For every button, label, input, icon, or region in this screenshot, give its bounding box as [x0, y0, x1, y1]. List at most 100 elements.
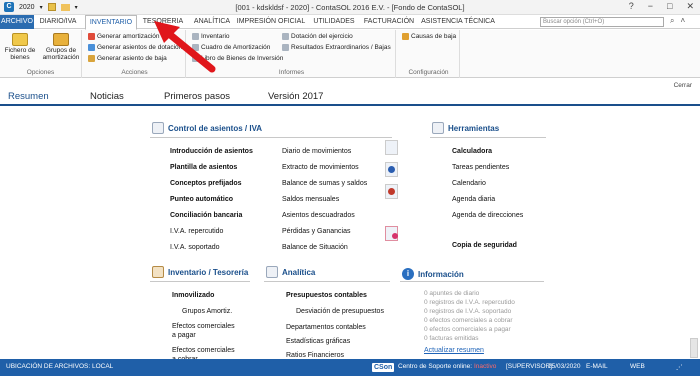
action-icon — [88, 44, 95, 51]
fichero-bienes-label: Fichero de bienes — [4, 47, 36, 61]
tab-primeros-pasos[interactable]: Primeros pasos — [164, 91, 230, 102]
link-calendario[interactable]: Calendario — [452, 180, 486, 187]
folder-percent-icon — [53, 33, 69, 46]
tab-facturacion[interactable]: FACTURACIÓN — [362, 15, 416, 29]
red-arrow-annotation — [154, 21, 216, 73]
folder-icon — [12, 33, 28, 46]
tab-asistencia-tecnica[interactable]: ASISTENCIA TÉCNICA — [420, 15, 496, 29]
actualizar-resumen-link[interactable]: Actualizar resumen — [424, 347, 484, 354]
link-calculadora[interactable]: Calculadora — [452, 148, 492, 155]
info-iva-soportado: 0 registros de I.V.A. soportado — [424, 308, 512, 315]
report-icon — [282, 33, 289, 40]
link-grupos-amortiz[interactable]: Grupos Amortiz. — [182, 308, 232, 315]
user-red-icon[interactable] — [385, 184, 398, 199]
status-location: UBICACIÓN DE ARCHIVOS: LOCAL — [6, 363, 114, 370]
link-asientos-descuadrados[interactable]: Asientos descuadrados — [282, 212, 355, 219]
link-agenda-direcciones[interactable]: Agenda de direcciones — [452, 212, 523, 219]
link-saldos-mensuales[interactable]: Saldos mensuales — [282, 196, 339, 203]
link-ratios-financieros[interactable]: Ratios Financieros — [286, 352, 344, 359]
tab-impresion-oficial[interactable]: IMPRESIÓN OFICIAL — [236, 15, 306, 29]
search-icon[interactable]: ⌕ — [670, 16, 674, 26]
dotacion-ejercicio-label: Dotación del ejercicio — [291, 33, 353, 40]
info-icon: i — [402, 268, 414, 280]
link-desviacion-presupuestos[interactable]: Desviación de presupuestos — [296, 308, 384, 315]
action-icon — [88, 55, 95, 62]
search-input[interactable]: Buscar opción (Ctrl+O) — [540, 17, 664, 27]
generar-amortizacion-button[interactable]: Generar amortización — [88, 33, 160, 40]
tab-archivo[interactable]: ARCHIVO — [0, 15, 34, 29]
link-balance-sumas[interactable]: Balance de sumas y saldos — [282, 180, 367, 187]
section-divider — [150, 281, 250, 282]
link-inmovilizado[interactable]: Inmovilizado — [172, 292, 214, 299]
inventario-tesoreria-heading: Inventario / Tesorería — [152, 266, 248, 278]
chart-icon — [266, 266, 278, 278]
web-button[interactable]: WEB — [630, 363, 645, 370]
link-conciliacion-bancaria[interactable]: Conciliación bancaria — [170, 212, 242, 219]
ribbon: Fichero de bienes Grupos de amortización… — [0, 30, 700, 78]
title-bar: C 2020 ▾ ▾ [001 - kdskldsf - 2020] - Con… — [0, 0, 700, 15]
link-presupuestos-contables[interactable]: Presupuestos contables — [286, 292, 367, 299]
close-button[interactable]: ✕ — [686, 1, 694, 12]
link-agenda-diaria[interactable]: Agenda diaria — [452, 196, 495, 203]
analitica-heading: Analítica — [266, 266, 315, 278]
summary-panel: Control de asientos / IVA Introducción d… — [0, 108, 700, 363]
cson-logo: CSon — [372, 363, 395, 372]
tab-resumen[interactable]: Resumen — [8, 91, 49, 102]
link-balance-situacion[interactable]: Balance de Situación — [282, 244, 348, 251]
resultados-extraordinarios-button[interactable]: Resultados Extraordinarios / Bajas — [282, 44, 391, 51]
group-opciones: Fichero de bienes Grupos de amortización… — [0, 30, 82, 78]
link-estadisticas-graficas[interactable]: Estadísticas gráficas — [286, 338, 350, 345]
link-departamentos-contables[interactable]: Departamentos contables — [286, 324, 366, 331]
tab-inventario[interactable]: INVENTARIO — [85, 15, 137, 30]
inventario-tesoreria-title: Inventario / Tesorería — [168, 267, 249, 277]
grupos-amortizacion-button[interactable]: Grupos de amortización — [40, 33, 82, 61]
herramientas-heading: Herramientas — [432, 122, 499, 134]
link-iva-repercutido[interactable]: I.V.A. repercutido — [170, 228, 223, 235]
document-icon — [152, 122, 164, 134]
link-perdidas-ganancias[interactable]: Pérdidas y Ganancias — [282, 228, 350, 235]
link-introduccion-asientos[interactable]: Introducción de asientos — [170, 148, 253, 155]
causas-baja-button[interactable]: Causas de baja — [402, 33, 456, 40]
group-label-opciones: Opciones — [26, 69, 55, 76]
user-blue-icon[interactable] — [385, 162, 398, 177]
info-iva-repercutido: 0 registros de I.V.A. repercutido — [424, 299, 515, 306]
section-divider — [150, 137, 392, 138]
group-configuracion: Causas de baja Configuración — [398, 30, 460, 78]
link-plantilla-asientos[interactable]: Plantilla de asientos — [170, 164, 237, 171]
link-extracto-movimientos[interactable]: Extracto de movimientos — [282, 164, 359, 171]
menu-bar: ARCHIVO DIARIO/IVA INVENTARIO TESORERIA … — [0, 15, 700, 30]
support-status[interactable]: Inactivo — [474, 363, 496, 370]
link-conceptos-prefijados[interactable]: Conceptos prefijados — [170, 180, 242, 187]
control-asientos-title: Control de asientos / IVA — [168, 123, 263, 133]
calendar-icon[interactable] — [385, 226, 398, 241]
link-copia-seguridad[interactable]: Copia de seguridad — [452, 242, 517, 249]
tab-version-2017[interactable]: Versión 2017 — [268, 91, 323, 102]
link-punteo-automatico[interactable]: Punteo automático — [170, 196, 233, 203]
tab-diario-iva[interactable]: DIARIO/IVA — [34, 15, 82, 29]
grupos-amortizacion-label: Grupos de amortización — [42, 47, 80, 61]
link-efectos-pagar[interactable]: Efectos comerciales a pagar — [172, 322, 236, 340]
settings-icon — [402, 33, 409, 40]
resize-grip-icon: ⋰ — [676, 364, 683, 371]
link-tareas-pendientes[interactable]: Tareas pendientes — [452, 164, 509, 171]
section-divider — [264, 281, 390, 282]
chevron-up-icon[interactable]: ˄ — [680, 16, 685, 26]
user-role: [SUPERVISOR] — [506, 363, 553, 370]
section-divider — [400, 281, 544, 282]
tab-noticias[interactable]: Noticias — [90, 91, 124, 102]
maximize-button[interactable]: □ — [667, 1, 672, 12]
document-list-icon[interactable] — [385, 140, 398, 155]
minimize-button[interactable]: − — [648, 1, 653, 12]
control-asientos-heading: Control de asientos / IVA — [152, 122, 262, 134]
person-icon — [152, 266, 164, 278]
help-button[interactable]: ? — [629, 1, 634, 12]
email-button[interactable]: E-MAIL — [586, 363, 608, 370]
link-diario-movimientos[interactable]: Diario de movimientos — [282, 148, 351, 155]
tab-utilidades[interactable]: UTILIDADES — [310, 15, 358, 29]
report-icon — [282, 44, 289, 51]
dotacion-ejercicio-button[interactable]: Dotación del ejercicio — [282, 33, 353, 40]
fichero-bienes-button[interactable]: Fichero de bienes — [3, 33, 37, 61]
vertical-scrollbar[interactable] — [690, 338, 698, 358]
info-facturas: 0 facturas emitidas — [424, 335, 479, 342]
link-iva-soportado[interactable]: I.V.A. soportado — [170, 244, 220, 251]
